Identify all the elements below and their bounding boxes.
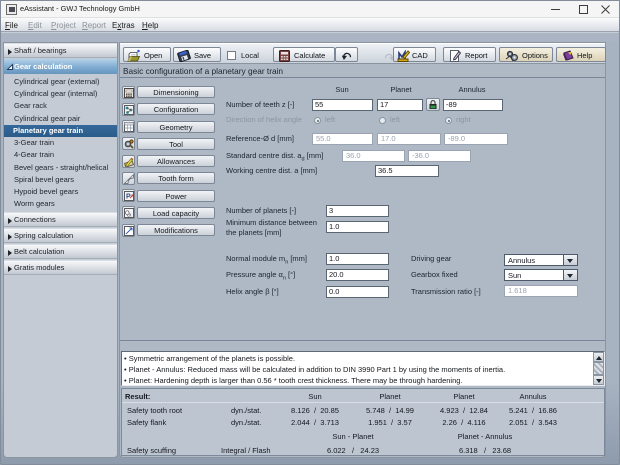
svg-text:P: P: [126, 194, 131, 201]
